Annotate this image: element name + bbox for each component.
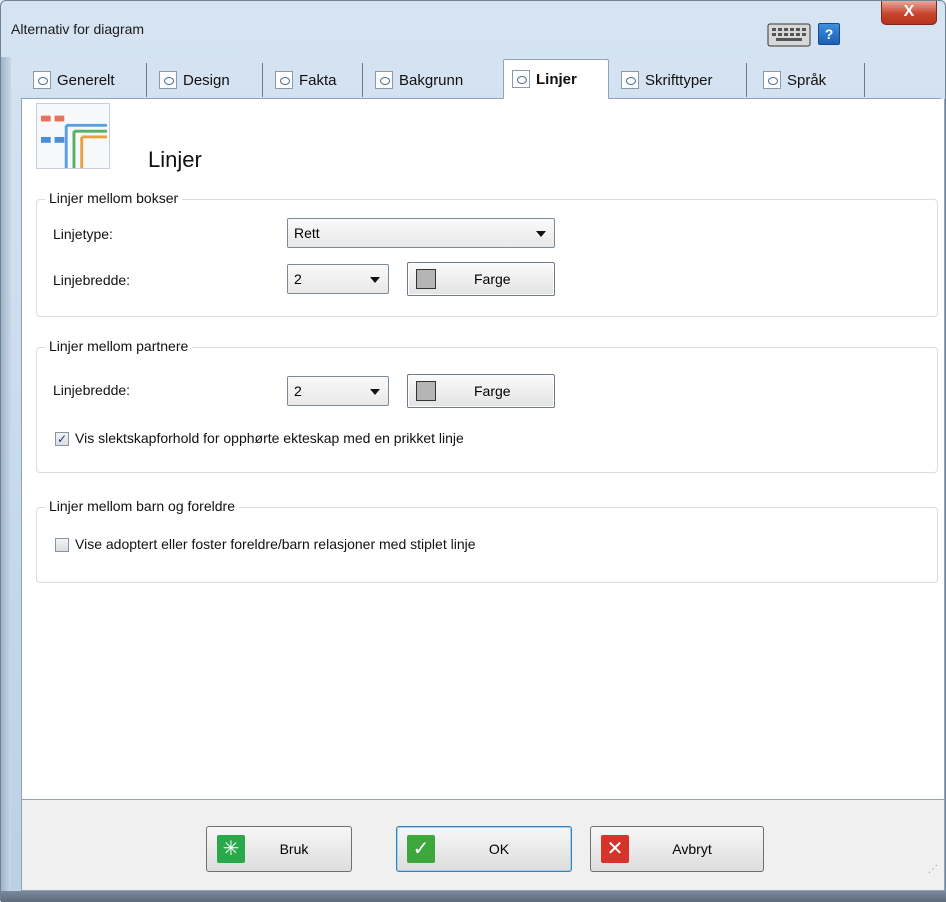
language-tab-icon <box>763 71 781 89</box>
tab-label: Generelt <box>57 71 115 89</box>
tab-label: Skrifttyper <box>645 71 713 89</box>
tab-generelt[interactable]: Generelt <box>25 63 147 97</box>
title-bar[interactable]: Alternativ for diagram ? X <box>1 1 945 57</box>
ok-button[interactable]: ✓ OK <box>396 826 572 872</box>
design-tab-icon <box>159 71 177 89</box>
line-width-label: Linjebredde: <box>53 382 131 398</box>
group-legend: Linjer mellom barn og foreldre <box>45 498 239 514</box>
apply-button[interactable]: ✳ Bruk <box>206 826 352 872</box>
help-icon[interactable]: ? <box>818 23 840 45</box>
font-tab-icon <box>621 71 639 89</box>
group-lines-between-children-parents: Linjer mellom barn og foreldre Vise adop… <box>36 498 938 583</box>
tab-label: Bakgrunn <box>399 71 464 89</box>
keyboard-icon[interactable] <box>767 23 811 47</box>
group-lines-between-boxes: Linjer mellom bokser Linjetype: Rett Lin… <box>36 190 938 317</box>
color-button-label: Farge <box>474 383 511 399</box>
color-button-label: Farge <box>474 271 511 287</box>
tab-skrifttyper[interactable]: Skrifttyper <box>613 63 747 97</box>
color-swatch <box>416 269 436 289</box>
color-swatch <box>416 381 436 401</box>
checkbox-label: Vis slektskapforhold for opphørte ektesk… <box>75 430 464 446</box>
tab-label: Språk <box>787 71 827 89</box>
window-frame-bottom <box>1 891 946 902</box>
partner-color-button[interactable]: Farge <box>407 374 555 408</box>
tab-design[interactable]: Design <box>151 63 263 97</box>
close-button[interactable]: X <box>881 1 937 25</box>
resize-grip-icon[interactable]: ⋰ <box>928 864 940 876</box>
page-title: Linjer <box>148 147 202 172</box>
checkbox-label: Vise adoptert eller foster foreldre/barn… <box>75 536 476 552</box>
chevron-down-icon <box>536 231 546 237</box>
cancel-button[interactable]: ✕ Avbryt <box>590 826 764 872</box>
ok-button-label: OK <box>488 841 510 857</box>
chevron-down-icon <box>370 277 380 283</box>
group-lines-between-partners: Linjer mellom partnere Linjebredde: 2 Fa… <box>36 338 938 473</box>
tab-content-panel: Linjer Linjer mellom bokser Linjetype: R… <box>21 99 945 799</box>
partner-line-width-select[interactable]: 2 <box>287 376 389 406</box>
tab-label: Design <box>183 71 230 89</box>
lines-page-icon <box>36 103 110 169</box>
line-width-label: Linjebredde: <box>53 272 131 288</box>
tab-bar: Generelt Design Fakta Bakgrunn Linjer Sk… <box>21 59 941 99</box>
group-legend: Linjer mellom partnere <box>45 338 193 354</box>
apply-button-label: Bruk <box>279 841 309 857</box>
cancel-button-label: Avbryt <box>672 841 712 857</box>
window-title: Alternativ for diagram <box>11 21 145 37</box>
linetype-label: Linjetype: <box>53 226 113 242</box>
tab-sprak[interactable]: Språk <box>755 63 865 97</box>
adopted-dashed-line-checkbox[interactable] <box>55 538 69 552</box>
linetype-value: Rett <box>294 225 320 241</box>
bakgrunn-tab-icon <box>375 71 393 89</box>
line-width-select[interactable]: 2 <box>287 264 389 294</box>
tab-linjer[interactable]: Linjer <box>503 59 609 99</box>
tab-bakgrunn[interactable]: Bakgrunn <box>367 63 497 97</box>
divorce-dotted-line-checkbox[interactable]: ✓ <box>55 432 69 446</box>
generelt-tab-icon <box>33 71 51 89</box>
linetype-select[interactable]: Rett <box>287 218 555 248</box>
fakta-tab-icon <box>275 71 293 89</box>
line-width-value: 2 <box>294 271 302 287</box>
tab-label: Linjer <box>536 70 577 88</box>
chevron-down-icon <box>370 389 380 395</box>
dialog-footer: ✳ Bruk ✓ OK ✕ Avbryt ⋰ <box>21 799 945 891</box>
color-button[interactable]: Farge <box>407 262 555 296</box>
group-legend: Linjer mellom bokser <box>45 190 183 206</box>
tab-fakta[interactable]: Fakta <box>267 63 363 97</box>
dialog-window: Alternativ for diagram ? X Generelt Desi… <box>0 0 946 902</box>
window-frame-left <box>1 57 11 902</box>
tab-label: Fakta <box>299 71 337 89</box>
line-width-value: 2 <box>294 383 302 399</box>
linjer-tab-icon <box>512 70 530 88</box>
